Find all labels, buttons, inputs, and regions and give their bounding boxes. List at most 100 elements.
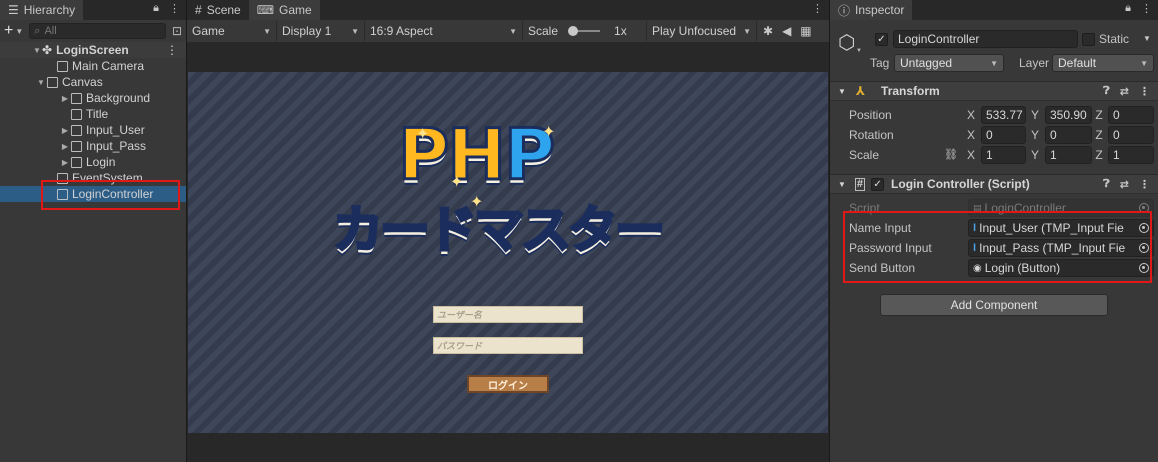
list-icon: ☰ — [8, 3, 19, 17]
layer-dropdown[interactable]: Default ▼ — [1052, 54, 1154, 72]
scale-slider[interactable] — [568, 26, 601, 36]
component-enabled-checkbox[interactable]: ✓ — [871, 177, 885, 191]
tag-dropdown[interactable]: Untagged ▼ — [894, 54, 1004, 72]
object-name-field[interactable]: LoginController — [893, 30, 1078, 48]
collapsed-arrow-icon[interactable]: ▶ — [60, 142, 70, 151]
scale-control[interactable]: Scale 1x — [523, 21, 647, 41]
object-picker-icon[interactable] — [1139, 243, 1149, 253]
chevron-down-icon[interactable]: ▼ — [838, 180, 846, 189]
hierarchy-item-logincontroller[interactable]: LoginController — [0, 186, 186, 202]
game-viewport[interactable]: PHP ✦ ✦ ✦ ✦ カードマスター ユーザー名 パスワード ログイン — [188, 72, 828, 433]
hierarchy-item-input-user[interactable]: ▶ Input_User — [0, 122, 186, 138]
aspect-dropdown[interactable]: 16:9 Aspect ▼ — [365, 21, 523, 41]
component-menu-icon[interactable]: ⋮ — [1139, 85, 1150, 98]
rotation-y-field[interactable]: 0 — [1045, 126, 1092, 144]
search-options-icon[interactable]: ⊡ — [172, 24, 182, 38]
scale-x-value: 1 — [986, 148, 993, 162]
gameobject-icon — [70, 108, 83, 120]
collapsed-arrow-icon[interactable]: ▶ — [60, 94, 70, 103]
password-input-field[interactable]: 𝐈 Input_Pass (TMP_Input Fie — [968, 239, 1154, 257]
lock-icon[interactable]: 🔒︎ — [153, 2, 159, 15]
position-x-field[interactable]: 533.77 — [981, 106, 1026, 124]
presets-icon[interactable]: ⇄ — [1120, 85, 1129, 98]
hierarchy-item-background[interactable]: ▶ Background — [0, 90, 186, 106]
position-z-label[interactable]: Z — [1093, 108, 1105, 122]
rotation-z-label[interactable]: Z — [1093, 128, 1105, 142]
collapsed-arrow-icon[interactable]: ▶ — [60, 158, 70, 167]
rotation-x-field[interactable]: 0 — [981, 126, 1026, 144]
collapsed-arrow-icon[interactable]: ▶ — [60, 126, 70, 135]
position-y-field[interactable]: 350.90 — [1045, 106, 1092, 124]
chevron-down-icon[interactable]: ▼ — [838, 87, 846, 96]
expand-arrow-icon[interactable]: ▼ — [32, 46, 42, 55]
object-picker-icon[interactable] — [1139, 223, 1149, 233]
position-z-field[interactable]: 0 — [1108, 106, 1154, 124]
more-menu-icon[interactable]: ⋮ — [1141, 2, 1152, 15]
position-x-value: 533.77 — [986, 108, 1023, 122]
hierarchy-item-canvas[interactable]: ▼ Canvas — [0, 74, 186, 90]
username-input[interactable]: ユーザー名 — [433, 306, 583, 323]
scale-z-field[interactable]: 1 — [1108, 146, 1154, 164]
tab-game[interactable]: ⌨ Game — [248, 0, 320, 20]
expand-arrow-icon[interactable]: ▼ — [36, 78, 46, 87]
rotation-x-label[interactable]: X — [965, 128, 977, 142]
scale-y-field[interactable]: 1 — [1045, 146, 1092, 164]
scale-x-field[interactable]: 1 — [981, 146, 1026, 164]
rotation-z-field[interactable]: 0 — [1108, 126, 1154, 144]
constrain-proportions-icon[interactable]: ⛓ — [944, 148, 958, 161]
chevron-down-icon[interactable]: ▼ — [15, 27, 23, 36]
hierarchy-item-input-pass[interactable]: ▶ Input_Pass — [0, 138, 186, 154]
active-checkbox[interactable]: ✓ — [875, 33, 888, 46]
send-button-field[interactable]: ◉ Login (Button) — [968, 259, 1154, 277]
password-input-value: Input_Pass (TMP_Input Fie — [979, 241, 1126, 255]
position-x-label[interactable]: X — [965, 108, 977, 122]
static-dropdown-icon[interactable]: ▼ — [1143, 34, 1151, 43]
login-button[interactable]: ログイン — [467, 375, 549, 393]
hierarchy-item-login[interactable]: ▶ Login — [0, 154, 186, 170]
hierarchy-item-label: Input_User — [86, 123, 145, 137]
lock-icon[interactable]: 🔒︎ — [1125, 2, 1131, 15]
speaker-icon[interactable]: ◀ — [782, 24, 791, 38]
password-input[interactable]: パスワード — [433, 337, 583, 354]
logo-card-master: カードマスター — [332, 200, 667, 261]
more-menu-icon[interactable]: ⋮ — [169, 2, 180, 15]
scale-z-label[interactable]: Z — [1093, 148, 1105, 162]
chevron-down-icon[interactable]: ▼ — [856, 48, 862, 54]
help-icon[interactable]: ❓︎ — [1103, 178, 1110, 191]
rotation-y-label[interactable]: Y — [1029, 128, 1041, 142]
hierarchy-panel: ☰ Hierarchy 🔒︎ ⋮ + ▼ ⌕ All ⊡ ▼ ✤ LoginSc… — [0, 0, 186, 462]
static-checkbox[interactable] — [1082, 33, 1095, 46]
play-mode-value: Play Unfocused — [652, 24, 737, 38]
send-button-label: Send Button — [849, 261, 916, 275]
scale-x-label[interactable]: X — [965, 148, 977, 162]
game-mode-dropdown[interactable]: Game ▼ — [187, 21, 277, 41]
more-menu-icon[interactable]: ⋮ — [812, 2, 823, 15]
display-dropdown[interactable]: Display 1 ▼ — [277, 21, 365, 41]
hierarchy-search-input[interactable]: ⌕ All — [29, 23, 166, 39]
hierarchy-item-title[interactable]: Title — [0, 106, 186, 122]
inspector-tab-label: Inspector — [855, 3, 905, 17]
script-component-title: Login Controller (Script) — [891, 177, 1030, 191]
tab-scene[interactable]: # Scene — [187, 0, 249, 20]
inspector-tab[interactable]: ⓘ Inspector — [830, 0, 913, 20]
help-icon[interactable]: ❓︎ — [1103, 85, 1110, 98]
position-y-value: 350.90 — [1050, 108, 1087, 122]
scale-y-label[interactable]: Y — [1029, 148, 1041, 162]
object-picker-icon[interactable] — [1139, 263, 1149, 273]
scene-row[interactable]: ▼ ✤ LoginScreen ⋮ — [0, 42, 186, 58]
script-component-header[interactable]: ▼ # ✓ Login Controller (Script) ❓︎ ⇄ ⋮ — [830, 174, 1158, 194]
hierarchy-item-eventsystem[interactable]: EventSystem — [0, 170, 186, 186]
transform-header[interactable]: ▼ ⅄ Transform ❓︎ ⇄ ⋮ — [830, 81, 1158, 101]
bug-icon[interactable]: ✱ — [763, 24, 773, 38]
play-mode-dropdown[interactable]: Play Unfocused ▼ — [647, 21, 757, 41]
position-y-label[interactable]: Y — [1029, 108, 1041, 122]
presets-icon[interactable]: ⇄ — [1120, 178, 1129, 191]
hierarchy-tab[interactable]: ☰ Hierarchy — [0, 0, 84, 20]
hierarchy-item-main-camera[interactable]: Main Camera — [0, 58, 186, 74]
scene-more-icon[interactable]: ⋮ — [166, 43, 178, 57]
add-component-button[interactable]: Add Component — [880, 294, 1108, 316]
name-input-field[interactable]: 𝐈 Input_User (TMP_Input Fie — [968, 219, 1154, 237]
component-menu-icon[interactable]: ⋮ — [1139, 178, 1150, 191]
create-plus-icon[interactable]: + — [4, 22, 13, 40]
stats-icon[interactable]: ▦ — [800, 24, 811, 38]
